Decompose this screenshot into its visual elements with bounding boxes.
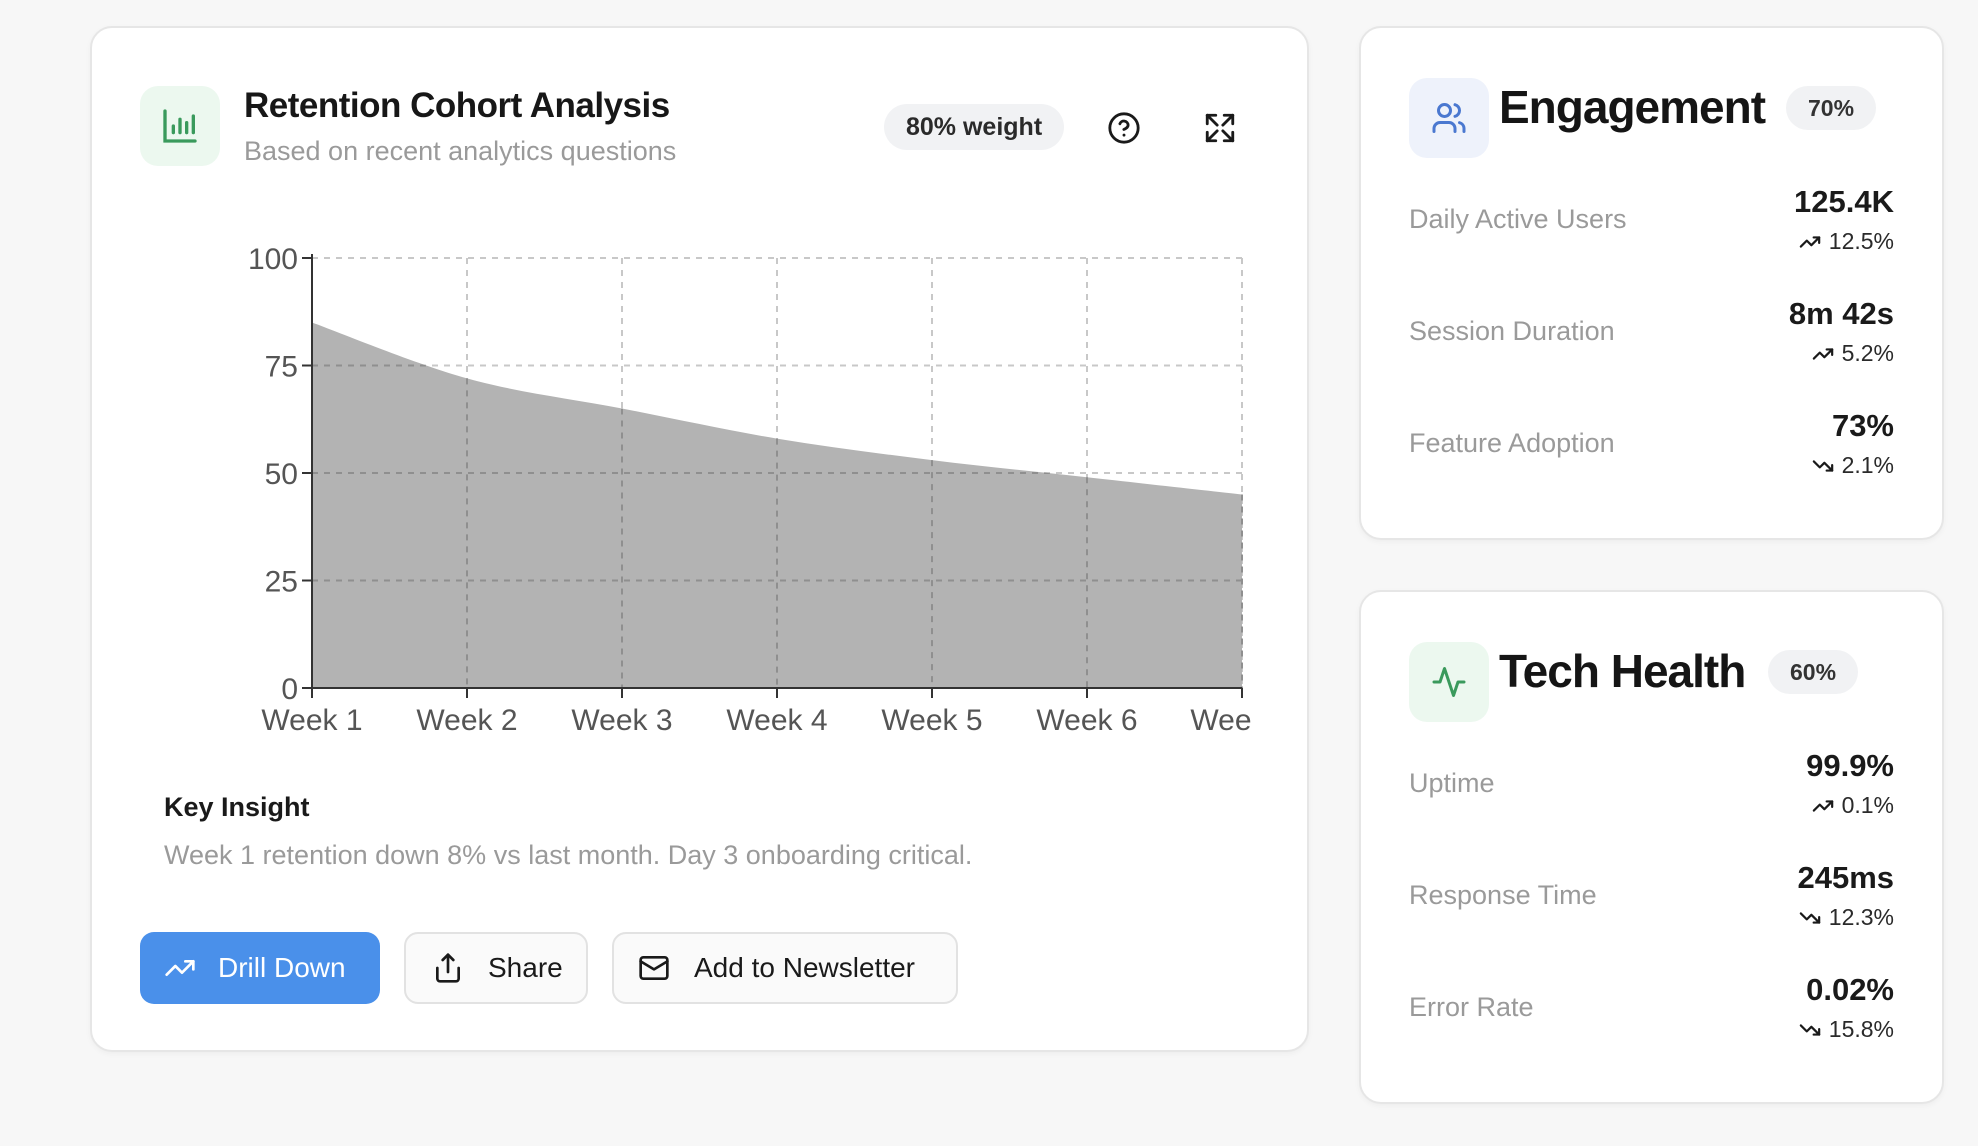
engagement-card: Engagement 70% Daily Active Users 125.4K 1… <box>1359 26 1944 540</box>
engagement-badge: 70% <box>1786 86 1877 130</box>
trending-up-icon <box>1812 799 1833 812</box>
share-label: Share <box>488 952 563 983</box>
y-tick-label: 50 <box>265 458 298 491</box>
users-icon <box>1409 78 1489 158</box>
question-circle-icon <box>1108 112 1140 144</box>
mail-icon <box>639 956 669 980</box>
card-title: Retention Cohort Analysis <box>244 86 670 125</box>
tech-health-title: Tech Health <box>1499 645 1746 697</box>
metric-delta: 0.1% <box>1812 792 1894 819</box>
metric-value: 0.02% <box>1806 972 1894 1007</box>
activity-icon <box>1409 642 1489 722</box>
drill-down-label: Drill Down <box>218 952 346 983</box>
x-tick-label: Week 3 <box>571 704 672 737</box>
bar-chart-icon <box>140 86 220 166</box>
retention-area-chart: 0 25 50 75 100 Week 1 Week 2 Week 3 Week 4 Week 5… <box>248 243 1252 737</box>
share-icon <box>436 953 460 983</box>
tech-health-card: Tech Health 60% Uptime 99.9% 0.1% Response … <box>1359 590 1944 1104</box>
y-tick-label: 0 <box>281 673 298 706</box>
x-tick-label: Week 7 <box>1190 704 1252 737</box>
metric-delta-value: 15.8% <box>1828 1016 1894 1042</box>
retention-card: Retention Cohort Analysis Based on recen… <box>90 26 1309 1052</box>
metric-label: Response Time <box>1409 880 1597 910</box>
trending-up-icon <box>1812 347 1833 360</box>
metric-row: Feature Adoption 73% 2.1% <box>1409 398 1894 488</box>
trending-up-icon <box>1799 235 1821 248</box>
metric-delta: 2.1% <box>1812 452 1894 479</box>
metric-row: Response Time 245ms 12.3% <box>1409 850 1894 940</box>
help-button[interactable] <box>1104 108 1144 148</box>
trending-down-icon <box>1799 911 1821 924</box>
weight-badge: 80% weight <box>884 104 1065 150</box>
share-button[interactable]: Share <box>404 932 588 1004</box>
metric-label: Session Duration <box>1409 316 1615 346</box>
metric-delta: 5.2% <box>1812 340 1894 367</box>
metric-row: Uptime 99.9% 0.1% <box>1409 738 1894 828</box>
x-tick-label: Week 5 <box>881 704 982 737</box>
tech-health-badge: 60% <box>1768 650 1859 694</box>
metric-value: 99.9% <box>1806 748 1894 783</box>
x-tick-label: Week 4 <box>726 704 827 737</box>
metric-label: Daily Active Users <box>1409 204 1627 234</box>
metric-value: 8m 42s <box>1788 296 1894 331</box>
metric-label: Uptime <box>1409 768 1495 798</box>
card-subtitle: Based on recent analytics questions <box>244 136 677 166</box>
metric-value: 245ms <box>1797 860 1894 895</box>
x-tick-label: Week 6 <box>1036 704 1137 737</box>
metric-delta-value: 12.5% <box>1828 228 1894 254</box>
add-to-newsletter-button[interactable]: Add to Newsletter <box>612 932 958 1004</box>
metric-label: Error Rate <box>1409 992 1534 1022</box>
metric-delta: 12.3% <box>1799 904 1894 931</box>
y-tick-label: 25 <box>265 566 298 599</box>
insight-title: Key Insight <box>164 792 310 822</box>
insight-text: Week 1 retention down 8% vs last month. … <box>164 840 973 870</box>
drill-down-button[interactable]: Drill Down <box>140 932 380 1004</box>
trending-down-icon <box>1812 459 1833 472</box>
x-tick-label: Week 2 <box>416 704 517 737</box>
metric-row: Daily Active Users 125.4K 12.5% <box>1409 174 1894 264</box>
trending-up-icon <box>165 960 195 976</box>
metric-value: 125.4K <box>1794 184 1894 219</box>
metric-delta: 12.5% <box>1799 228 1894 255</box>
expand-icon <box>1205 113 1235 143</box>
trending-down-icon <box>1799 1023 1821 1036</box>
metric-value: 73% <box>1831 408 1894 443</box>
newsletter-label: Add to Newsletter <box>694 952 915 983</box>
x-tick-label: Week 1 <box>261 704 362 737</box>
y-tick-label: 75 <box>265 351 298 384</box>
metric-delta: 15.8% <box>1799 1016 1894 1043</box>
metric-delta-value: 12.3% <box>1828 904 1894 930</box>
metric-delta-value: 2.1% <box>1841 452 1894 478</box>
metric-delta-value: 0.1% <box>1841 792 1894 818</box>
metric-delta-value: 5.2% <box>1841 340 1894 366</box>
metric-label: Feature Adoption <box>1409 428 1615 458</box>
metric-row: Error Rate 0.02% 15.8% <box>1409 962 1894 1052</box>
engagement-title: Engagement <box>1499 81 1766 133</box>
expand-button[interactable] <box>1200 108 1240 148</box>
y-tick-label: 100 <box>248 243 298 276</box>
metric-row: Session Duration 8m 42s 5.2% <box>1409 286 1894 376</box>
